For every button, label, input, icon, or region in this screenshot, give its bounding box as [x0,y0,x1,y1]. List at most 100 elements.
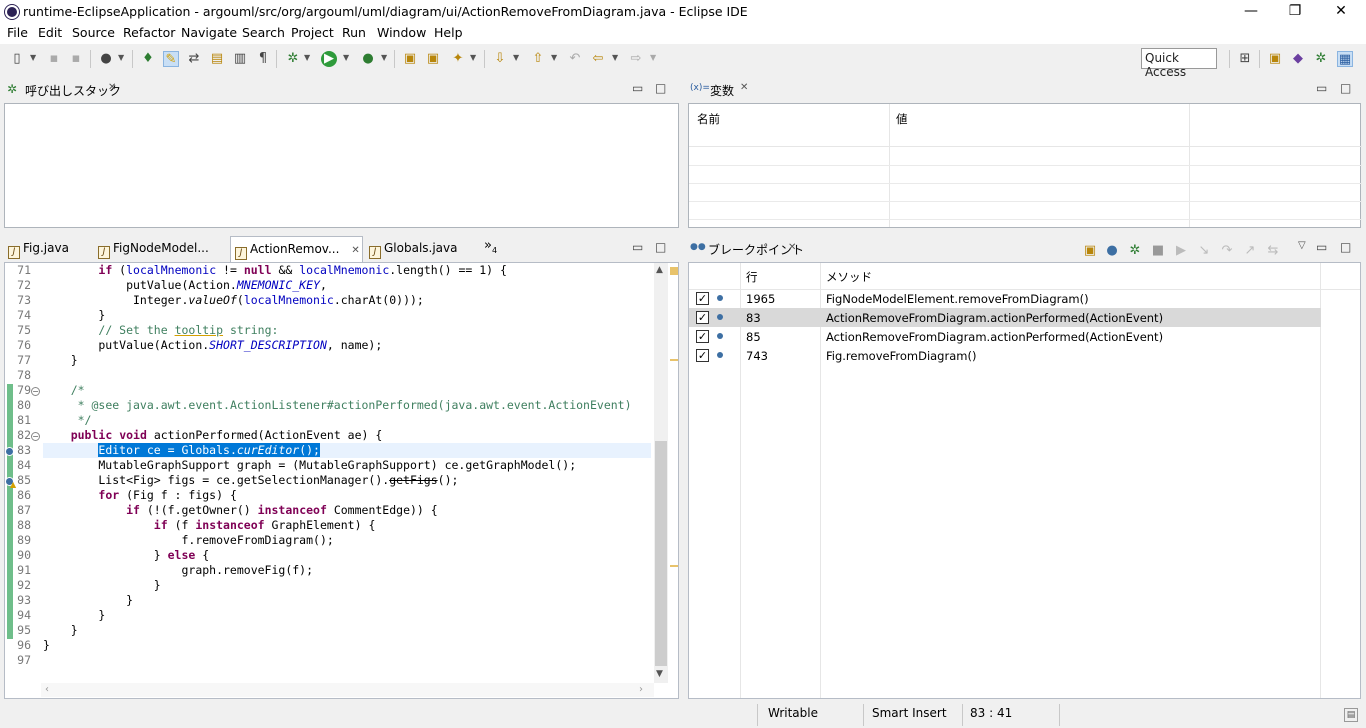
overview-mark[interactable] [670,565,678,567]
breakpoint-checkbox[interactable]: ✓ [696,349,709,362]
quick-access-field[interactable]: Quick Access [1141,48,1217,79]
close-button[interactable]: ✕ [1318,0,1364,24]
menu-search[interactable]: Search [242,25,285,40]
menu-project[interactable]: Project [291,25,334,40]
open-type-icon[interactable]: ▣ [402,51,418,67]
minimize-view-icon[interactable]: ▭ [1316,240,1327,254]
debug-perspective-icon[interactable]: ✲ [1313,51,1329,67]
mark-occurrences-icon[interactable]: ✎ [163,51,179,67]
breakpoint-checkbox[interactable]: ✓ [696,330,709,343]
scroll-down-icon[interactable]: ▼ [656,669,663,679]
column-method[interactable]: メソッド [826,269,872,285]
step-into-icon[interactable]: ↘ [1196,243,1212,259]
run-dropdown-icon[interactable]: ▼ [343,53,351,63]
scroll-left-icon[interactable]: ‹ [45,684,49,695]
prev-annotation-icon[interactable]: ⇧ [530,51,546,67]
debug-dropdown-icon[interactable]: ▼ [304,53,312,63]
next-annotation-icon[interactable]: ⇩ [492,51,508,67]
menu-navigate[interactable]: Navigate [181,25,237,40]
column-name[interactable]: 名前 [697,111,720,127]
resume-icon[interactable]: ▶ [1173,243,1189,259]
next-annotation-dropdown-icon[interactable]: ▼ [513,53,521,63]
progress-icon[interactable]: ▤ [1344,708,1358,722]
java-perspective-icon[interactable]: ◆ [1290,51,1306,67]
save-icon[interactable]: ▪ [46,51,62,67]
step-return-icon[interactable]: ↗ [1242,243,1258,259]
last-edit-icon[interactable]: ↶ [567,51,583,67]
word-wrap-icon[interactable]: ▤ [209,51,225,67]
status-insert-mode[interactable]: Smart Insert [872,706,947,720]
fold-icon[interactable]: − [31,387,40,396]
prev-annotation-dropdown-icon[interactable]: ▼ [551,53,559,63]
breakpoint-checkbox[interactable]: ✓ [696,292,709,305]
column-value[interactable]: 値 [896,111,908,127]
step-over-icon[interactable]: ↷ [1219,243,1235,259]
callstack-title[interactable]: 呼び出しスタック [25,82,121,99]
tab-fignodemodel[interactable]: J FigNodeModel... [98,236,223,262]
restore-button[interactable]: ❐ [1272,0,1318,24]
forward-icon[interactable]: ⇨ [628,51,644,67]
debug-icon[interactable]: ✲ [285,51,301,67]
tab-fig-java[interactable]: J Fig.java [8,236,88,262]
view-menu-icon[interactable]: ▽ [1298,240,1306,251]
code-editor[interactable]: − − ▲ 71 72 73 74 75 76 77 78 79 80 81 82 83 84 85 86 87… [4,262,679,699]
resource-perspective-icon[interactable]: ▣ [1267,51,1283,67]
paragraph-icon[interactable]: ¶ [255,51,271,67]
toggle-breakpoint-icon[interactable]: ♦ [140,51,156,67]
stop-icon[interactable]: ■ [1150,243,1166,259]
back-icon[interactable]: ⇦ [590,51,606,67]
menu-edit[interactable]: Edit [38,25,62,40]
search-dropdown-icon[interactable]: ▼ [470,53,478,63]
search-icon[interactable]: ✦ [450,51,466,67]
fold-icon[interactable]: − [31,432,40,441]
maximize-view-icon[interactable]: □ [1340,240,1351,254]
menu-source[interactable]: Source [72,25,115,40]
open-resource-icon[interactable]: ▣ [425,51,441,67]
column-line[interactable]: 行 [746,269,758,285]
menu-window[interactable]: Window [377,25,426,40]
maximize-view-icon[interactable]: □ [1340,81,1351,95]
open-perspective-icon[interactable]: ⊞ [1237,51,1253,67]
open-folder-icon[interactable]: ▣ [1082,243,1098,259]
new-dropdown-icon[interactable]: ▼ [30,53,38,63]
minimize-view-icon[interactable]: ▭ [1316,81,1327,95]
run-external-dropdown-icon[interactable]: ▼ [381,53,389,63]
minimize-view-icon[interactable]: ▭ [632,81,643,95]
tab-globals-java[interactable]: J Globals.java [369,236,469,262]
show-whitespace-icon[interactable]: ▥ [232,51,248,67]
save-all-icon[interactable]: ▪ [68,51,84,67]
menu-run[interactable]: Run [342,25,366,40]
link-icon[interactable]: ⇆ [1265,243,1281,259]
run-external-icon[interactable]: ● [360,51,376,67]
scroll-right-icon[interactable]: › [639,684,643,695]
breakpoint-checkbox[interactable]: ✓ [696,311,709,324]
perspective-dropdown-icon[interactable]: ▼ [118,53,126,63]
perspective-icon[interactable]: ● [98,51,114,67]
menu-refactor[interactable]: Refactor [123,25,175,40]
variables-title[interactable]: 変数 [710,82,734,99]
active-perspective-icon[interactable]: ▦ [1337,51,1353,67]
breakpoint-row[interactable]: ✓ 1965 FigNodeModelElement.removeFromDia… [689,289,1321,308]
maximize-view-icon[interactable]: □ [655,81,666,95]
scrollbar-thumb[interactable] [655,441,667,666]
menu-file[interactable]: File [7,25,28,40]
tab-actionremove[interactable]: J ActionRemov... ✕ [230,236,363,262]
run-icon[interactable]: ▶ [321,51,337,67]
toggle-block-icon[interactable]: ⇄ [186,51,202,67]
breakpoint-row[interactable]: ✓ 85 ActionRemoveFromDiagram.actionPerfo… [689,327,1321,346]
scroll-up-icon[interactable]: ▲ [656,265,663,275]
menu-help[interactable]: Help [434,25,463,40]
maximize-view-icon[interactable]: □ [655,240,666,254]
minimize-button[interactable]: — [1228,0,1274,24]
show-supported-icon[interactable]: ● [1104,243,1120,259]
close-icon[interactable]: ✕ [740,82,748,93]
close-icon[interactable]: ✕ [351,245,359,256]
skip-breakpoints-icon[interactable]: ✲ [1127,243,1143,259]
overview-mark[interactable] [670,359,678,361]
close-icon[interactable]: ✕ [788,242,796,253]
vertical-scrollbar[interactable]: ▲ ▼ [654,263,668,683]
breakpoint-row-selected[interactable]: ✓ 83 ActionRemoveFromDiagram.actionPerfo… [689,308,1321,327]
horizontal-scrollbar[interactable]: ‹ › [41,683,654,697]
back-dropdown-icon[interactable]: ▼ [612,53,620,63]
status-cursor-position[interactable]: 83 : 41 [970,706,1012,720]
